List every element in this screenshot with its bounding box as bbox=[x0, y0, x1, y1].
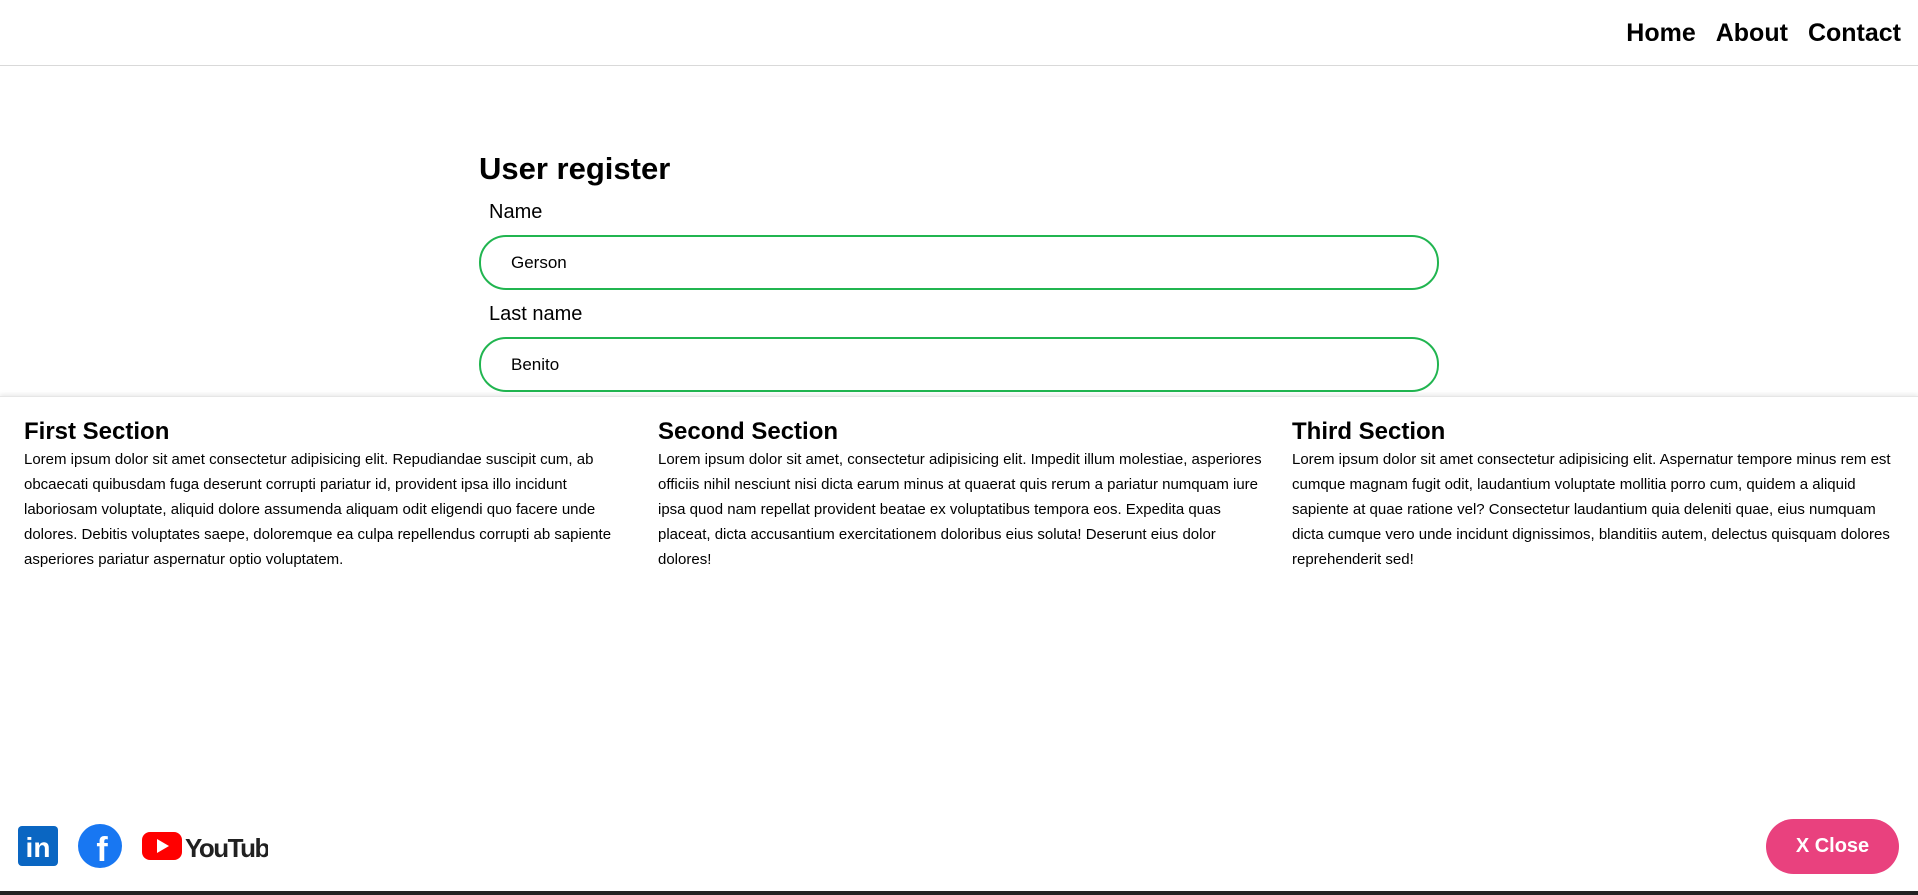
section-text: Lorem ipsum dolor sit amet consectetur a… bbox=[1292, 451, 1891, 568]
youtube-link[interactable]: YouTube bbox=[142, 829, 284, 863]
linkedin-icon: in bbox=[18, 826, 58, 866]
close-button[interactable]: X Close bbox=[1766, 819, 1899, 874]
register-form: User register Name Last name bbox=[479, 150, 1439, 392]
sections-row: First Section Lorem ipsum dolor sit amet… bbox=[24, 419, 1904, 572]
form-title: User register bbox=[479, 151, 671, 186]
section-text: Lorem ipsum dolor sit amet consectetur a… bbox=[24, 451, 612, 568]
youtube-icon: YouTube bbox=[142, 832, 284, 863]
facebook-link[interactable]: f bbox=[78, 824, 122, 869]
name-input[interactable] bbox=[479, 235, 1439, 290]
name-label: Name bbox=[489, 201, 543, 223]
svg-text:YouTube: YouTube bbox=[185, 833, 268, 863]
main-nav: Home About Contact bbox=[1626, 18, 1901, 48]
section-title: Second Section bbox=[658, 418, 839, 445]
section-title: Third Section bbox=[1292, 418, 1446, 445]
last-name-input[interactable] bbox=[479, 337, 1439, 392]
nav-link-about[interactable]: About bbox=[1716, 18, 1788, 48]
info-overlay-panel: First Section Lorem ipsum dolor sit amet… bbox=[0, 396, 1918, 895]
facebook-icon: f bbox=[78, 824, 122, 869]
linkedin-link[interactable]: in bbox=[18, 826, 58, 866]
svg-text:f: f bbox=[96, 831, 108, 868]
section-text: Lorem ipsum dolor sit amet, consectetur … bbox=[658, 451, 1262, 568]
nav-link-home[interactable]: Home bbox=[1626, 18, 1695, 48]
top-navbar: Home About Contact bbox=[0, 0, 1918, 66]
section-title: First Section bbox=[24, 418, 170, 445]
section-second: Second Section Lorem ipsum dolor sit ame… bbox=[658, 419, 1262, 572]
bottom-edge-bar bbox=[0, 891, 1918, 895]
last-name-label: Last name bbox=[489, 303, 583, 325]
svg-text:in: in bbox=[26, 832, 51, 863]
social-links: in f YouTube bbox=[18, 824, 284, 869]
nav-link-contact[interactable]: Contact bbox=[1808, 18, 1901, 48]
section-first: First Section Lorem ipsum dolor sit amet… bbox=[24, 419, 628, 572]
section-third: Third Section Lorem ipsum dolor sit amet… bbox=[1292, 419, 1896, 572]
